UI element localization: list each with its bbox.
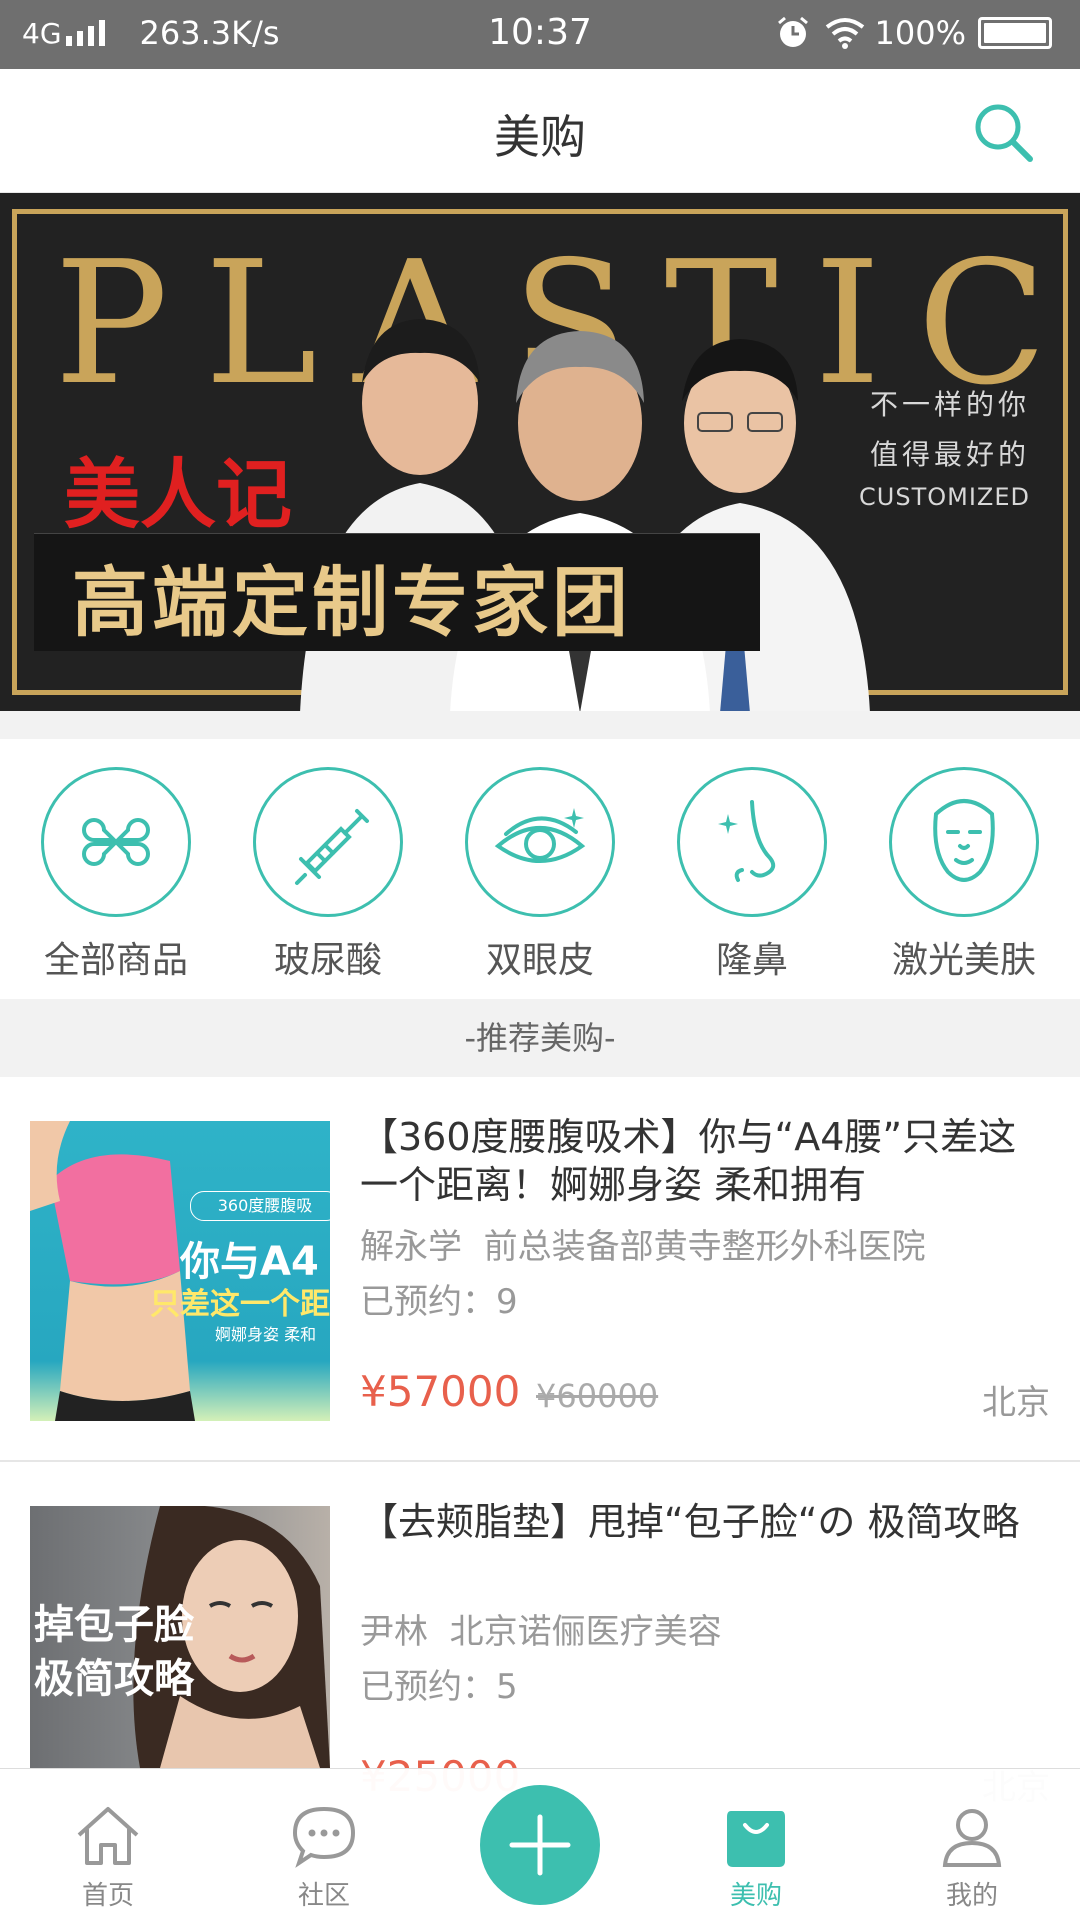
status-right: 100% — [775, 14, 1052, 52]
syringe-icon — [295, 809, 369, 885]
shopping-bag-icon — [727, 1811, 785, 1867]
product-card[interactable]: 360度腰腹吸 你与A4 只差这一个距 婀娜身姿 柔和 【360度腰腹吸术】你与… — [0, 1077, 1080, 1462]
price: ¥57000 — [360, 1367, 521, 1416]
category-rhinoplasty[interactable]: 隆鼻 — [654, 739, 850, 999]
category-label: 隆鼻 — [715, 940, 788, 981]
product-provider: 解永学 前总装备部黄寺整形外科医院 — [360, 1219, 926, 1268]
tab-label: 我的 — [945, 1881, 998, 1911]
banner-tag-2: 值得最好的 — [869, 438, 1030, 471]
doctor-center — [450, 331, 710, 711]
category-label: 双眼皮 — [485, 940, 594, 981]
face-mask-icon — [933, 799, 995, 882]
chat-bubble-icon — [292, 1806, 356, 1868]
category-label: 全部商品 — [43, 940, 188, 981]
hospital-name: 前总装备部黄寺整形外科医院 — [483, 1227, 926, 1267]
image-caption: 极简攻略 — [34, 1656, 194, 1702]
product-image: 360度腰腹吸 你与A4 只差这一个距 婀娜身姿 柔和 — [30, 1121, 330, 1421]
booked-count: 已预约：5 — [360, 1667, 518, 1707]
tab-community[interactable]: 社区 — [216, 1769, 432, 1920]
category-double-eyelid[interactable]: 双眼皮 — [442, 739, 638, 999]
banner-brand: 美人记 — [64, 450, 292, 539]
product-title: 【去颊脂垫】甩掉“包子脸“の 极简攻略 — [360, 1500, 1020, 1544]
plus-icon — [509, 1814, 571, 1876]
doctor-name: 尹林 — [360, 1612, 428, 1652]
divider — [0, 711, 1080, 739]
banner-slogan: 高端定制专家团 — [72, 558, 632, 647]
tab-home[interactable]: 首页 — [0, 1769, 216, 1920]
doctor-name: 解永学 — [360, 1227, 462, 1267]
tab-shopping[interactable]: 美购 — [648, 1769, 864, 1920]
status-bar: 4G 263.3K/s 10:37 100% — [0, 0, 1080, 69]
product-provider: 尹林 北京诺俪医疗美容 — [360, 1604, 722, 1653]
product-card[interactable]: 掉包子脸 极简攻略 【去颊脂垫】甩掉“包子脸“の 极简攻略 尹林 北京诺俪医疗美… — [0, 1462, 1080, 1808]
category-row: 全部商品 玻尿酸 双眼皮 隆鼻 激光美肤 — [0, 739, 1080, 999]
product-title: 【360度腰腹吸术】你与“A4腰”只差这一个距离！婀娜身姿 柔和拥有 — [360, 1115, 1017, 1207]
category-laser-skin[interactable]: 激光美肤 — [866, 739, 1062, 999]
banner-tag-1: 不一样的你 — [869, 388, 1030, 421]
user-icon — [942, 1809, 1002, 1867]
booked-count: 已预约：9 — [360, 1282, 518, 1322]
wifi-icon — [825, 18, 864, 49]
nose-icon — [718, 800, 776, 882]
page-title: 美购 — [494, 110, 586, 164]
add-button[interactable] — [480, 1785, 600, 1905]
city: 北京 — [982, 1383, 1050, 1423]
banner-tag-3: CUSTOMIZED — [859, 483, 1030, 511]
tab-label: 社区 — [297, 1881, 350, 1911]
search-button[interactable] — [970, 99, 1036, 165]
clover-icon — [82, 818, 150, 866]
battery-percent: 100% — [874, 14, 966, 52]
battery-icon — [978, 17, 1052, 49]
hospital-name: 北京诺俪医疗美容 — [449, 1612, 722, 1652]
tab-label: 首页 — [81, 1881, 134, 1911]
category-label: 激光美肤 — [891, 940, 1036, 981]
tab-profile[interactable]: 我的 — [864, 1769, 1080, 1920]
promo-banner[interactable]: PLASTIC 美人记 高端定制专家团 不一样的你 值得最好的 CUSTOMIZ… — [0, 193, 1080, 711]
image-caption: 掉包子脸 — [34, 1602, 194, 1648]
category-hyaluronic-acid[interactable]: 玻尿酸 — [230, 739, 426, 999]
product-image: 掉包子脸 极简攻略 — [30, 1506, 330, 1768]
home-icon — [77, 1807, 139, 1865]
category-label: 玻尿酸 — [273, 940, 382, 981]
alarm-icon — [777, 16, 808, 47]
app-header: 美购 — [0, 69, 1080, 193]
tab-label: 美购 — [729, 1881, 782, 1911]
category-all-products[interactable]: 全部商品 — [18, 739, 214, 999]
image-caption: 婀娜身姿 柔和 — [215, 1325, 317, 1344]
image-caption: 只差这一个距 — [150, 1287, 330, 1322]
image-caption: 360度腰腹吸 — [190, 1191, 330, 1221]
search-icon — [975, 104, 1033, 162]
bottom-tab-bar: 首页 社区 美购 我的 — [0, 1768, 1080, 1920]
recommend-section-title: -推荐美购- — [0, 999, 1080, 1077]
eye-icon — [494, 808, 586, 863]
original-price: ¥60000 — [536, 1377, 659, 1415]
